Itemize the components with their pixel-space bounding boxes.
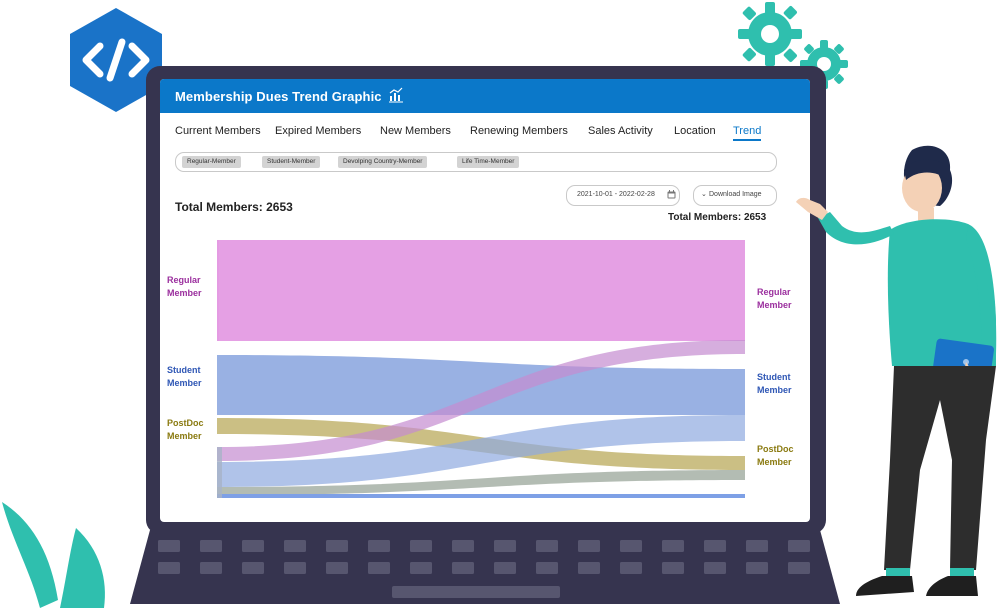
sankey-label-left-regular: Regular Member <box>167 275 202 298</box>
keyboard-key <box>620 540 642 552</box>
sankey-label-right-student: Student Member <box>757 372 792 395</box>
flow-left-stub <box>217 447 222 498</box>
keyboard-key <box>242 540 264 552</box>
laptop-keyboard <box>130 530 840 604</box>
keyboard-key <box>746 540 768 552</box>
keyboard-key <box>662 562 684 574</box>
keyboard-key <box>746 562 768 574</box>
keyboard-key <box>452 562 474 574</box>
sankey-label-left-student: Student Member <box>167 365 202 388</box>
flow-regular-student <box>217 494 745 498</box>
keyboard-key <box>410 540 432 552</box>
keyboard-key <box>410 562 432 574</box>
sankey-diagram <box>217 240 745 498</box>
keyboard-key <box>368 562 390 574</box>
app-window: Membership Dues Trend Graphic Current Me… <box>160 79 810 522</box>
keyboard-key <box>494 562 516 574</box>
sankey-label-left-postdoc: PostDoc Member <box>167 418 204 441</box>
keyboard-key <box>200 562 222 574</box>
keyboard-key <box>704 562 726 574</box>
person-illustration <box>796 145 997 596</box>
keyboard-key <box>494 540 516 552</box>
keyboard-key <box>620 562 642 574</box>
keyboard-key <box>536 562 558 574</box>
keyboard-key <box>158 562 180 574</box>
keyboard-key <box>578 540 600 552</box>
keyboard-key <box>452 540 474 552</box>
keyboard-key <box>326 540 348 552</box>
keyboard-key <box>326 562 348 574</box>
sankey-label-right-postdoc: PostDoc Member <box>757 444 794 467</box>
keyboard-key <box>242 562 264 574</box>
keyboard-key <box>536 540 558 552</box>
keyboard-key <box>578 562 600 574</box>
leaf-decoration <box>2 502 105 608</box>
keyboard-key <box>284 540 306 552</box>
keyboard-key <box>704 540 726 552</box>
keyboard-key <box>284 562 306 574</box>
keyboard-key <box>662 540 684 552</box>
keyboard-key <box>158 540 180 552</box>
flow-regular-regular <box>217 240 745 341</box>
keyboard-key <box>368 540 390 552</box>
keyboard-key <box>200 540 222 552</box>
sankey-label-right-regular: Regular Member <box>757 287 792 310</box>
